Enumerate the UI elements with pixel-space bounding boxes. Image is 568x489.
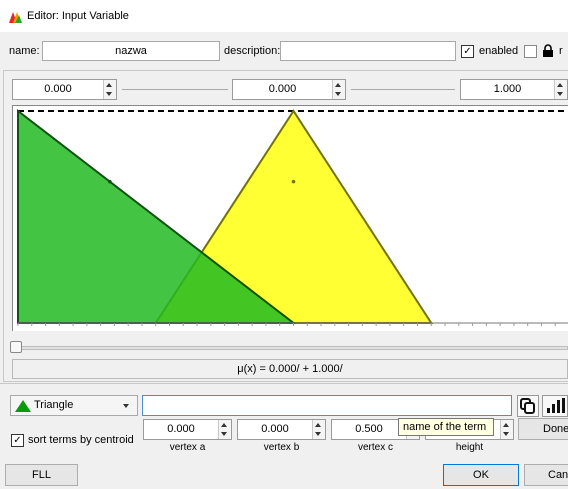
- bar-chart-icon: [547, 398, 565, 413]
- description-label: description:: [224, 45, 281, 57]
- term-1-centroid: [108, 179, 112, 184]
- input-slider-handle[interactable]: [10, 341, 22, 353]
- range-max-arrows[interactable]: [554, 80, 567, 99]
- range-mid-spinbox[interactable]: 0.000: [232, 79, 346, 100]
- separator: [0, 383, 568, 384]
- enabled-label: enabled: [479, 45, 519, 57]
- plot-canvas[interactable]: [13, 106, 568, 332]
- vertex-c-label: vertex c: [357, 442, 393, 453]
- range-mid-arrows[interactable]: [332, 80, 345, 99]
- term-name-tooltip: name of the term: [398, 418, 494, 436]
- range-mid-value: 0.000: [268, 83, 297, 95]
- range-min-arrows[interactable]: [103, 80, 116, 99]
- height-label: height: [455, 442, 484, 453]
- term-shape-select[interactable]: Triangle: [10, 395, 138, 416]
- app-icon: [9, 10, 22, 23]
- triangle-icon: [15, 400, 31, 412]
- description-input[interactable]: [280, 41, 456, 61]
- window-title: Editor: Input Variable: [27, 10, 129, 22]
- term-chart-button[interactable]: [542, 395, 568, 417]
- vertex-b-spinbox[interactable]: 0.000: [237, 419, 326, 440]
- vertex-a-value: 0.000: [167, 423, 195, 435]
- term-2-centroid: [291, 179, 296, 184]
- done-button[interactable]: Done: [518, 418, 568, 440]
- vertex-a-arrows[interactable]: [218, 420, 231, 439]
- range-line-right: [351, 89, 455, 90]
- vertex-c-value: 0.500: [355, 423, 383, 435]
- ok-button[interactable]: OK: [443, 464, 519, 486]
- sort-terms-label: sort terms by centroid: [28, 434, 134, 446]
- name-input[interactable]: nazwa: [42, 41, 220, 61]
- enabled-checkbox[interactable]: ✓: [461, 45, 474, 58]
- copy-icon: [520, 398, 535, 414]
- lock-icon: [543, 44, 553, 57]
- vertex-a-label: vertex a: [169, 442, 206, 453]
- range-min-spinbox[interactable]: 0.000: [12, 79, 117, 100]
- chevron-down-icon: [123, 404, 129, 408]
- vertex-b-arrows[interactable]: [312, 420, 325, 439]
- lock-checkbox[interactable]: [524, 45, 537, 58]
- membership-plot[interactable]: [12, 105, 568, 331]
- range-min-value: 0.000: [44, 83, 72, 95]
- copy-term-button[interactable]: [517, 395, 539, 417]
- name-label: name:: [9, 45, 40, 57]
- range-line-left: [122, 89, 228, 90]
- range-max-value: 1.000: [493, 83, 522, 95]
- height-arrows[interactable]: [500, 420, 513, 439]
- title-bar: Editor: Input Variable: [0, 0, 568, 32]
- term-name-input[interactable]: [142, 395, 512, 416]
- input-slider-track[interactable]: [12, 346, 568, 350]
- lock-label: r: [559, 45, 563, 57]
- vertex-b-label: vertex b: [263, 442, 300, 453]
- fll-button[interactable]: FLL: [5, 464, 78, 486]
- vertex-b-value: 0.000: [261, 423, 289, 435]
- vertex-a-spinbox[interactable]: 0.000: [143, 419, 232, 440]
- sort-terms-checkbox[interactable]: ✓: [11, 434, 24, 447]
- cancel-button[interactable]: Cancel: [524, 464, 568, 486]
- range-max-spinbox[interactable]: 1.000: [460, 79, 568, 100]
- membership-formula: μ(x) = 0.000/ + 1.000/: [12, 359, 568, 379]
- term-shape-label: Triangle: [34, 399, 74, 411]
